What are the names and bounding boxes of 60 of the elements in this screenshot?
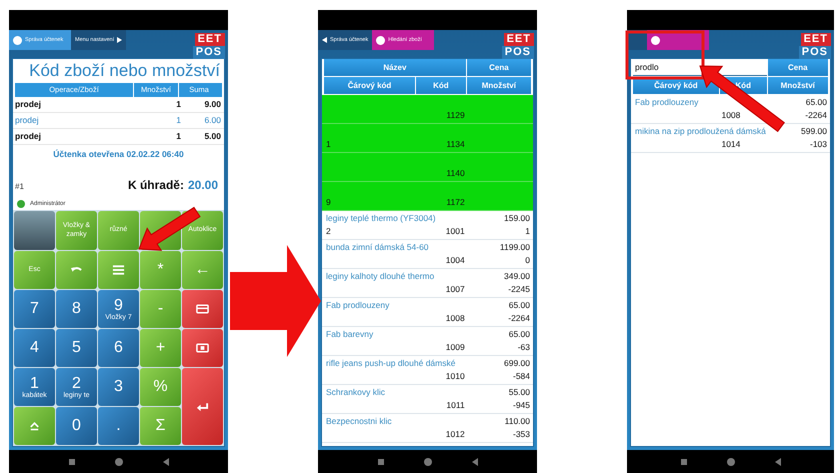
product-row[interactable]: 1129 bbox=[322, 95, 533, 124]
keypad-key[interactable]: 3 bbox=[98, 368, 139, 406]
keypad-key[interactable]: 0 bbox=[56, 407, 97, 445]
keypad-key[interactable] bbox=[182, 329, 223, 367]
home-icon[interactable] bbox=[424, 458, 432, 466]
product-row[interactable]: Fab barevny 65.00 1009 -63 bbox=[322, 327, 533, 356]
back-icon[interactable] bbox=[162, 458, 168, 466]
logo-text: POS bbox=[192, 46, 225, 59]
photo-placeholder[interactable] bbox=[14, 211, 55, 250]
recent-apps-icon[interactable] bbox=[68, 458, 74, 464]
receipt-row[interactable]: prodej 1 9.00 bbox=[13, 97, 224, 113]
amount-due: 20.00 bbox=[188, 178, 218, 192]
column-header: Čárový kód bbox=[324, 77, 416, 94]
amount-due-label: K úhradě: bbox=[128, 178, 184, 192]
logo-text: POS bbox=[502, 46, 534, 59]
undo-icon bbox=[70, 265, 83, 275]
receipt-row[interactable]: prodej 1 5.00 bbox=[13, 129, 224, 145]
home-icon[interactable] bbox=[114, 458, 122, 466]
product-row[interactable]: rifle jeans push-up dlouhé dámské 699.00 1010 -584 bbox=[322, 356, 533, 385]
logo-text: EET bbox=[800, 33, 831, 46]
logo-text: EET bbox=[504, 33, 534, 46]
product-row[interactable]: bunda zimní dámská 54-60 1199.00 1004 0 bbox=[322, 240, 533, 269]
product-row[interactable]: 1140 bbox=[322, 153, 533, 182]
recent-apps-icon[interactable] bbox=[378, 458, 384, 464]
product-row[interactable]: leginy kalhoty dlouhé thermo 349.00 1007 -2245 bbox=[322, 269, 533, 298]
caret-up-icon bbox=[28, 421, 41, 431]
receipt-row[interactable]: prodej 1 6.00 bbox=[13, 113, 224, 129]
recent-apps-icon[interactable] bbox=[680, 458, 686, 464]
back-icon[interactable] bbox=[774, 458, 780, 466]
product-row[interactable]: Bezpecnostni klic 110.00 1012 -353 bbox=[322, 414, 533, 443]
keypad-key[interactable]: 4 bbox=[14, 329, 55, 367]
enter-icon bbox=[196, 402, 209, 412]
keypad-key[interactable]: . bbox=[98, 407, 139, 445]
keypad-key[interactable] bbox=[182, 290, 223, 328]
logo-text: EET bbox=[194, 33, 225, 46]
product-row[interactable]: leginy teplé thermo (YF3004) 159.00 2 1001 1 bbox=[322, 211, 533, 240]
card-icon bbox=[196, 304, 209, 314]
screen-title: Kód zboží nebo množství bbox=[28, 60, 221, 82]
product-row[interactable]: 9 1172 bbox=[322, 182, 533, 211]
receipt-number: #1 bbox=[15, 182, 25, 191]
logo-text: POS bbox=[798, 46, 831, 59]
keypad-key[interactable]: 6 bbox=[98, 329, 139, 367]
product-row[interactable]: Schrankovy klic 55.00 1011 -945 bbox=[322, 385, 533, 414]
keypad-key[interactable]: 5 bbox=[56, 329, 97, 367]
banknote-icon bbox=[196, 343, 209, 353]
column-header: Název bbox=[324, 59, 466, 76]
column-header: Množství bbox=[768, 77, 828, 94]
keypad-key[interactable]: 8 bbox=[56, 290, 97, 328]
keypad-key[interactable] bbox=[98, 251, 139, 289]
product-row[interactable]: Fab prodlouzeny 65.00 1008 -2264 bbox=[322, 298, 533, 327]
home-icon[interactable] bbox=[726, 458, 734, 466]
column-header: Kód bbox=[416, 77, 466, 94]
product-row[interactable]: 1 1134 bbox=[322, 124, 533, 153]
keypad-key[interactable]: 7 bbox=[14, 290, 55, 328]
column-header: Cena bbox=[466, 59, 531, 76]
back-icon[interactable] bbox=[472, 458, 478, 466]
receipt-opened-text: Účtenka otevřena 02.02.22 06:40 bbox=[52, 148, 185, 161]
column-header: Množství bbox=[466, 77, 531, 94]
list-icon bbox=[112, 265, 125, 275]
column-header: Cena bbox=[768, 59, 828, 76]
